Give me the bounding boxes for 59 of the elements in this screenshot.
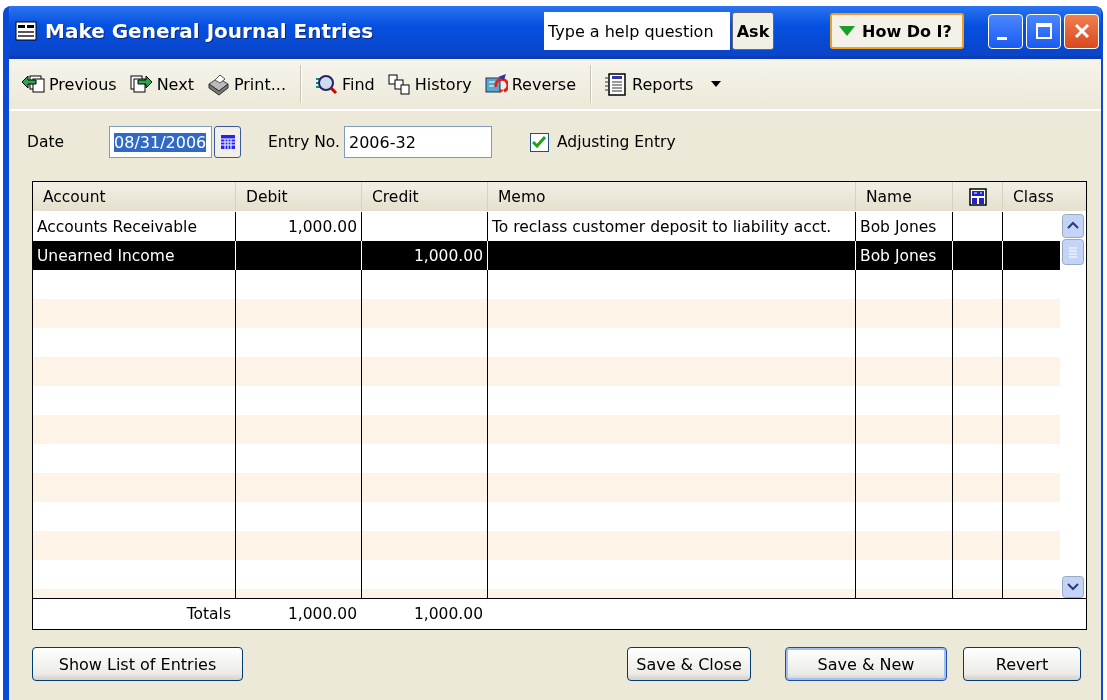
window-title: Make General Journal Entries: [45, 19, 374, 43]
how-do-i-button[interactable]: How Do I?: [830, 13, 964, 49]
toolbar-button[interactable]: Next: [126, 68, 200, 100]
scroll-up-icon[interactable]: [1062, 214, 1084, 238]
reverse-icon: [483, 72, 508, 96]
triangle-down-icon: [838, 25, 856, 37]
toolbar-button[interactable]: Find: [311, 68, 381, 100]
date-field[interactable]: 08/31/2006: [109, 126, 213, 158]
checkmark-icon: [532, 136, 547, 148]
column-header[interactable]: Credit: [361, 182, 487, 211]
table-cell-text: Accounts Receivable: [36, 216, 198, 238]
calendar-button[interactable]: [214, 126, 242, 158]
push-button[interactable]: Revert: [963, 647, 1081, 681]
date-label: Date: [27, 133, 65, 151]
total-credit: 1,000.00: [412, 605, 484, 623]
calendar-icon: [220, 135, 235, 149]
help-search-field[interactable]: Type a help question: [544, 12, 730, 50]
toolbar-button[interactable]: Print...: [203, 68, 292, 100]
ask-button[interactable]: Ask: [732, 12, 774, 50]
checkbox[interactable]: [529, 132, 549, 152]
column-header[interactable]: Name: [855, 182, 952, 211]
column-header[interactable]: Memo: [487, 182, 855, 211]
total-debit: 1,000.00: [286, 605, 358, 623]
report-icon: [604, 72, 628, 96]
scrollbar[interactable]: [1060, 212, 1086, 598]
table-cell: 1,000.00: [361, 241, 487, 270]
entry-number-field[interactable]: 2006-32: [343, 126, 492, 158]
minimize-button[interactable]: [988, 13, 1023, 49]
magnifier-icon: [313, 72, 338, 96]
table-cell-text: Unearned Income: [36, 245, 176, 267]
journal-icon: [15, 21, 37, 41]
arrow-left-icon: [21, 72, 45, 96]
toolbar-button[interactable]: Reverse: [481, 68, 582, 100]
column-header[interactable]: Debit: [235, 182, 361, 211]
column-icon: [968, 187, 987, 206]
close-button[interactable]: [1064, 13, 1099, 49]
table-cell: Bob Jones: [855, 241, 952, 270]
arrow-right-icon: [128, 72, 153, 96]
pages-icon: [386, 72, 411, 96]
toolbar-button[interactable]: Reports: [602, 68, 728, 100]
caret-down-icon: [711, 81, 722, 87]
column-header[interactable]: Class: [1002, 182, 1086, 211]
checkbox-label: Adjusting Entry: [556, 133, 676, 151]
scroll-down-icon[interactable]: [1062, 576, 1084, 598]
maximize-button[interactable]: [1026, 13, 1061, 49]
maximize-icon: [1034, 22, 1053, 40]
toolbar-button[interactable]: Previous: [19, 68, 123, 100]
push-button[interactable]: Save & Close: [627, 647, 751, 681]
column-header[interactable]: Account: [33, 182, 235, 211]
table-row[interactable]: Unearned Income 1,000.00 Bob Jones: [33, 241, 1060, 270]
scroll-thumb-icon[interactable]: [1062, 239, 1084, 265]
push-button[interactable]: Save & New: [785, 647, 947, 681]
close-icon: [1072, 22, 1091, 40]
minimize-icon: [996, 36, 1007, 40]
toolbar-button[interactable]: History: [384, 68, 478, 100]
entry-no-label: Entry No.: [268, 133, 340, 151]
printer-icon: [205, 72, 230, 96]
totals-label: Totals: [185, 605, 232, 623]
push-button[interactable]: Show List of Entries: [32, 647, 243, 681]
